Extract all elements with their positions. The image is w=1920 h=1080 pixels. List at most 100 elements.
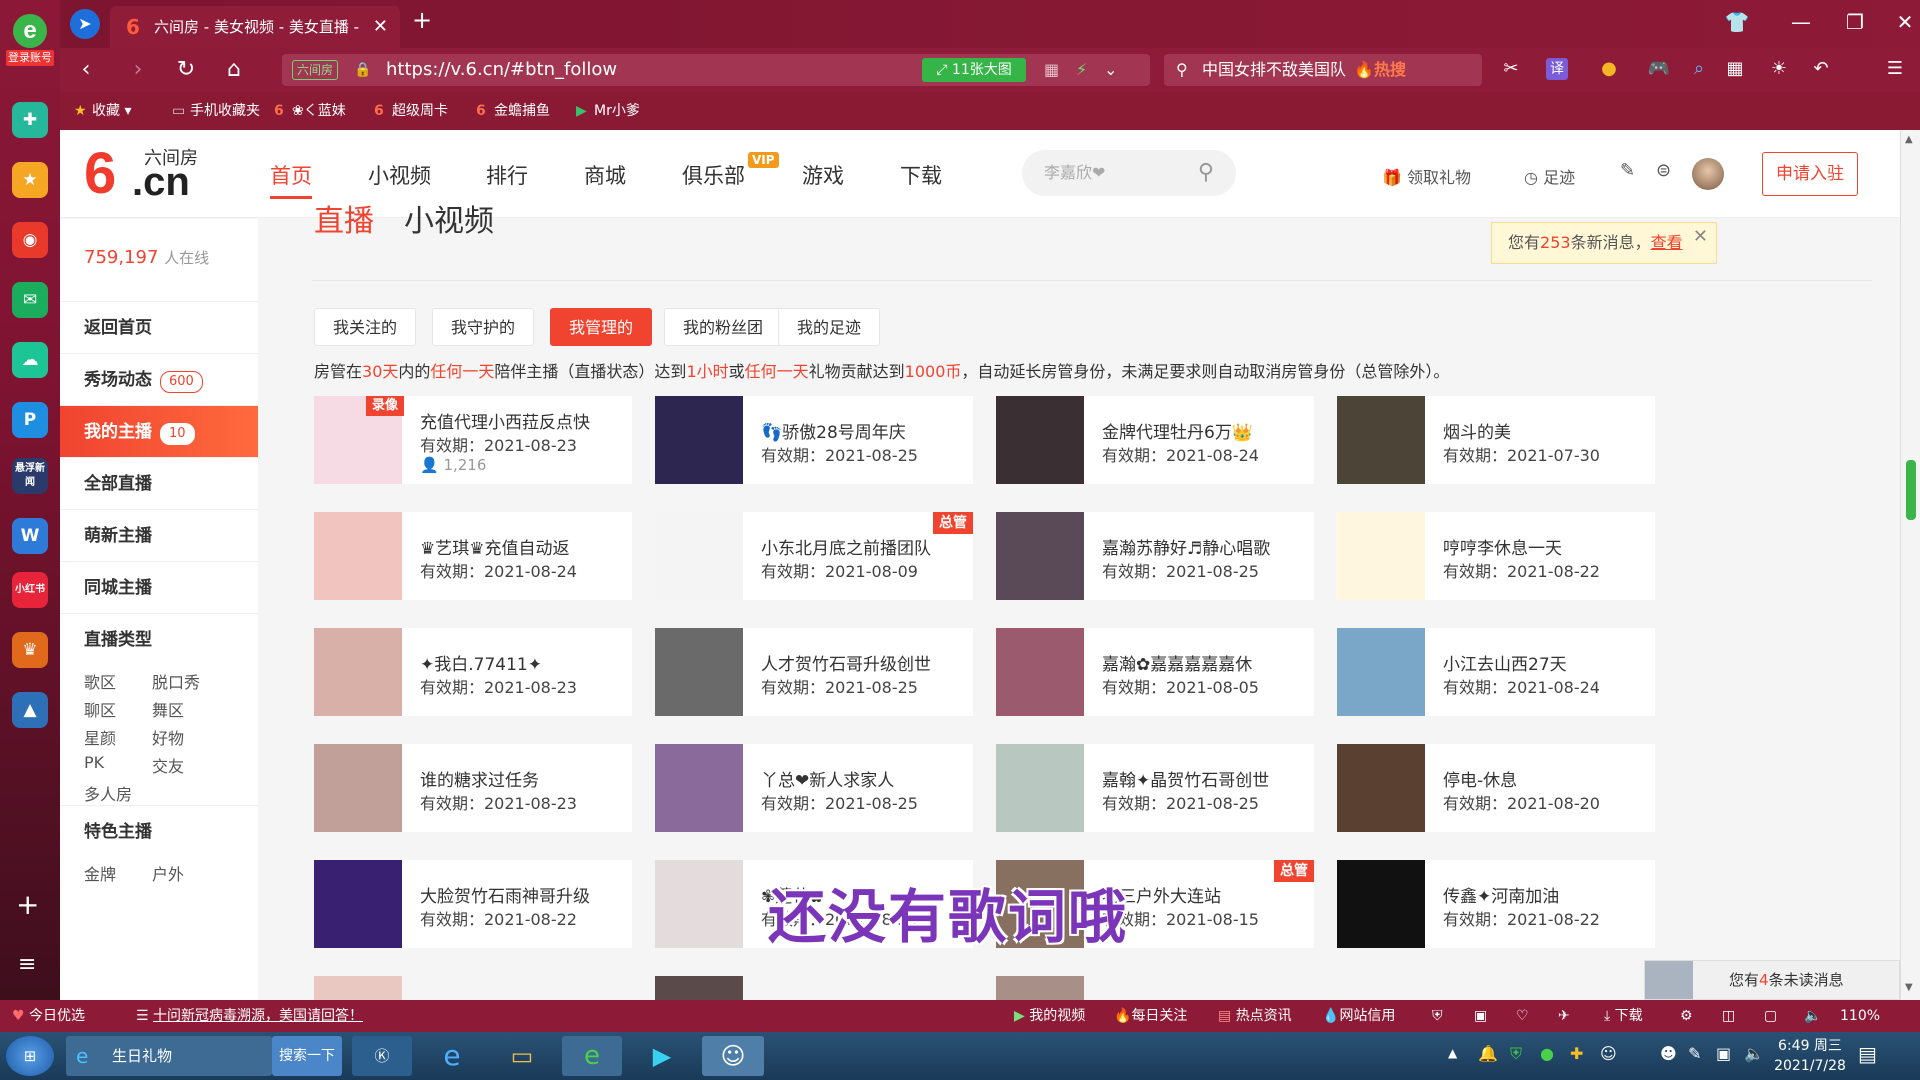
- bookmark-weekcard[interactable]: 6 超级周卡: [374, 92, 448, 130]
- scroll-down-icon[interactable]: ▼: [1905, 982, 1913, 993]
- tray-expand-icon[interactable]: ▲: [1448, 1046, 1457, 1060]
- host-name[interactable]: 金牌代理牡丹6万👑: [1102, 418, 1253, 443]
- host-thumbnail[interactable]: [655, 860, 743, 948]
- tray-shield-icon[interactable]: ⛨: [1510, 1044, 1522, 1064]
- host-thumbnail[interactable]: [1337, 512, 1425, 600]
- star-icon[interactable]: ★: [12, 162, 48, 198]
- host-card[interactable]: 传鑫✦河南加油 有效期：2021-08-22: [1337, 860, 1655, 948]
- host-thumbnail[interactable]: [996, 512, 1084, 600]
- host-card[interactable]: ♛艺琪♛充值自动返 有效期：2021-08-24: [314, 512, 632, 600]
- page-scrollbar[interactable]: ▲ ▼: [1900, 130, 1920, 1000]
- host-name[interactable]: 充值代理小西菈反点快: [420, 408, 590, 433]
- scroll-up-icon[interactable]: ▲: [1905, 134, 1913, 145]
- host-thumbnail[interactable]: [314, 860, 402, 948]
- tray-pen-icon[interactable]: ✎: [1688, 1044, 1701, 1063]
- window-icon[interactable]: ▢: [1764, 1000, 1777, 1032]
- coin-icon[interactable]: ●: [1594, 58, 1624, 79]
- host-card[interactable]: 👣骄傲28号周年庆 有效期：2021-08-25: [655, 396, 973, 484]
- start-button[interactable]: ⊞: [6, 1036, 54, 1076]
- gamepad-icon[interactable]: 🎮: [1644, 58, 1674, 79]
- apps-grid-icon[interactable]: ▦: [1720, 58, 1750, 79]
- folder-icon[interactable]: ▭: [492, 1036, 552, 1076]
- sidebar-item-all-live[interactable]: 全部直播: [60, 457, 258, 509]
- host-thumbnail[interactable]: [655, 512, 743, 600]
- type-goods[interactable]: 好物: [152, 725, 184, 749]
- host-card[interactable]: ✦我白.77411✦ 有效期：2021-08-23: [314, 628, 632, 716]
- host-thumbnail[interactable]: [1337, 628, 1425, 716]
- host-name[interactable]: 丫总❤新人求家人: [761, 766, 894, 791]
- site-logo[interactable]: 6 六间房 .cn: [84, 142, 204, 208]
- host-name[interactable]: 哼哼李休息一天: [1443, 534, 1562, 559]
- close-icon[interactable]: ✕: [1693, 217, 1708, 257]
- ie-browser-icon[interactable]: e: [422, 1036, 482, 1076]
- nav-short-video[interactable]: 小视频: [368, 160, 431, 190]
- hot-news-link[interactable]: ▤ 热点资讯: [1218, 1000, 1292, 1032]
- host-card[interactable]: 大脸贺竹石雨神哥升级 有效期：2021-08-22: [314, 860, 632, 948]
- cloud-icon[interactable]: ☁: [12, 342, 48, 378]
- plus-circle-icon[interactable]: ✚: [12, 102, 48, 138]
- taskbar-window-birthday[interactable]: e 生日礼物: [66, 1036, 272, 1076]
- type-looks[interactable]: 星颜: [84, 725, 116, 749]
- card-thumbnail-partial[interactable]: [314, 976, 402, 1000]
- host-card[interactable]: 嘉翰✦晶贺竹石哥创世 有效期：2021-08-25: [996, 744, 1314, 832]
- shirt-skin-icon[interactable]: 👕: [1722, 10, 1752, 34]
- host-card[interactable]: 嘉瀚苏静好♬静心唱歌 有效期：2021-08-25: [996, 512, 1314, 600]
- heart-outline-icon[interactable]: ♡: [1516, 1000, 1529, 1032]
- url-bar[interactable]: 六间房 🔒 https://v.6.cn/#btn_follow ⤢ 11张大图…: [282, 54, 1150, 86]
- sidebar-item-local[interactable]: 同城主播: [60, 561, 258, 613]
- subtab-following[interactable]: 我关注的: [314, 308, 417, 346]
- back-arrow-icon[interactable]: ‹: [68, 54, 104, 86]
- zoom-level[interactable]: 110%: [1840, 1000, 1880, 1032]
- download-link[interactable]: ⤓ 下载: [1604, 1000, 1643, 1032]
- undo-icon[interactable]: ↶: [1806, 58, 1836, 79]
- view-messages-link[interactable]: 查看: [1651, 233, 1683, 252]
- sidebar-item-new-hosts[interactable]: 萌新主播: [60, 509, 258, 561]
- tray-chat-icon[interactable]: ☻: [1660, 1044, 1677, 1063]
- message-icon[interactable]: ⊜: [1656, 160, 1671, 181]
- host-card[interactable]: 金牌代理牡丹6万👑 有效期：2021-08-24: [996, 396, 1314, 484]
- brightness-icon[interactable]: ☀: [1764, 58, 1794, 79]
- bookmark-mobile[interactable]: ▭ 手机收藏夹: [172, 92, 260, 130]
- type-multi[interactable]: 多人房: [84, 781, 132, 805]
- tray-bell-icon[interactable]: 🔔: [1478, 1044, 1498, 1063]
- forward-arrow-icon[interactable]: ›: [120, 54, 156, 86]
- type-pk[interactable]: PK: [84, 753, 104, 772]
- host-thumbnail[interactable]: [996, 744, 1084, 832]
- host-card[interactable]: 烟斗的美 有效期：2021-07-30: [1337, 396, 1655, 484]
- k-app-icon[interactable]: Ⓚ: [352, 1036, 412, 1076]
- add-app-button[interactable]: +: [16, 888, 39, 921]
- nav-games[interactable]: 游戏: [802, 160, 844, 190]
- minimize-icon[interactable]: —: [1786, 10, 1816, 34]
- host-card[interactable]: 人才贺竹石哥升级创世 有效期：2021-08-25: [655, 628, 973, 716]
- host-name[interactable]: 谁的糖求过任务: [420, 766, 539, 791]
- restore-icon[interactable]: ❐: [1840, 10, 1870, 34]
- refresh-icon[interactable]: ↻: [168, 54, 204, 86]
- nav-home[interactable]: 首页: [270, 160, 312, 199]
- host-name[interactable]: 👣骄傲28号周年庆: [761, 418, 906, 443]
- scroll-thumb[interactable]: [1906, 460, 1916, 520]
- host-card[interactable]: 丫总❤新人求家人 有效期：2021-08-25: [655, 744, 973, 832]
- card-thumbnail-partial[interactable]: [996, 976, 1084, 1000]
- search-icon[interactable]: ⚲: [1198, 150, 1214, 196]
- chevron-down-icon[interactable]: ⌄: [1104, 54, 1117, 86]
- image-icon[interactable]: ▣: [1474, 1000, 1487, 1032]
- tray-browser-icon[interactable]: ●: [1540, 1044, 1554, 1063]
- login-account-button[interactable]: e 登录账号: [6, 14, 54, 72]
- host-card[interactable]: 嘉瀚✿嘉嘉嘉嘉嘉休 有效期：2021-08-05: [996, 628, 1314, 716]
- gallery-button[interactable]: ⤢ 11张大图: [922, 58, 1026, 82]
- host-card[interactable]: 小江去山西27天 有效期：2021-08-24: [1337, 628, 1655, 716]
- tab-live[interactable]: 直播: [314, 196, 374, 240]
- special-outdoor[interactable]: 户外: [152, 861, 184, 885]
- claim-gift-link[interactable]: 🎁 领取礼物: [1382, 164, 1471, 188]
- host-name[interactable]: 烟斗的美: [1443, 418, 1511, 443]
- host-thumbnail[interactable]: [314, 744, 402, 832]
- host-card[interactable]: 哼哼李休息一天 有效期：2021-08-22: [1337, 512, 1655, 600]
- search-once-button[interactable]: 搜索一下: [272, 1036, 342, 1076]
- nav-download[interactable]: 下载: [900, 160, 942, 190]
- host-thumbnail[interactable]: [1337, 744, 1425, 832]
- nav-mall[interactable]: 商城: [584, 160, 626, 190]
- volume-icon[interactable]: 🔈: [1804, 1000, 1821, 1032]
- type-chat[interactable]: 聊区: [84, 697, 116, 721]
- type-dance[interactable]: 舞区: [152, 697, 184, 721]
- word-icon[interactable]: W: [12, 518, 48, 554]
